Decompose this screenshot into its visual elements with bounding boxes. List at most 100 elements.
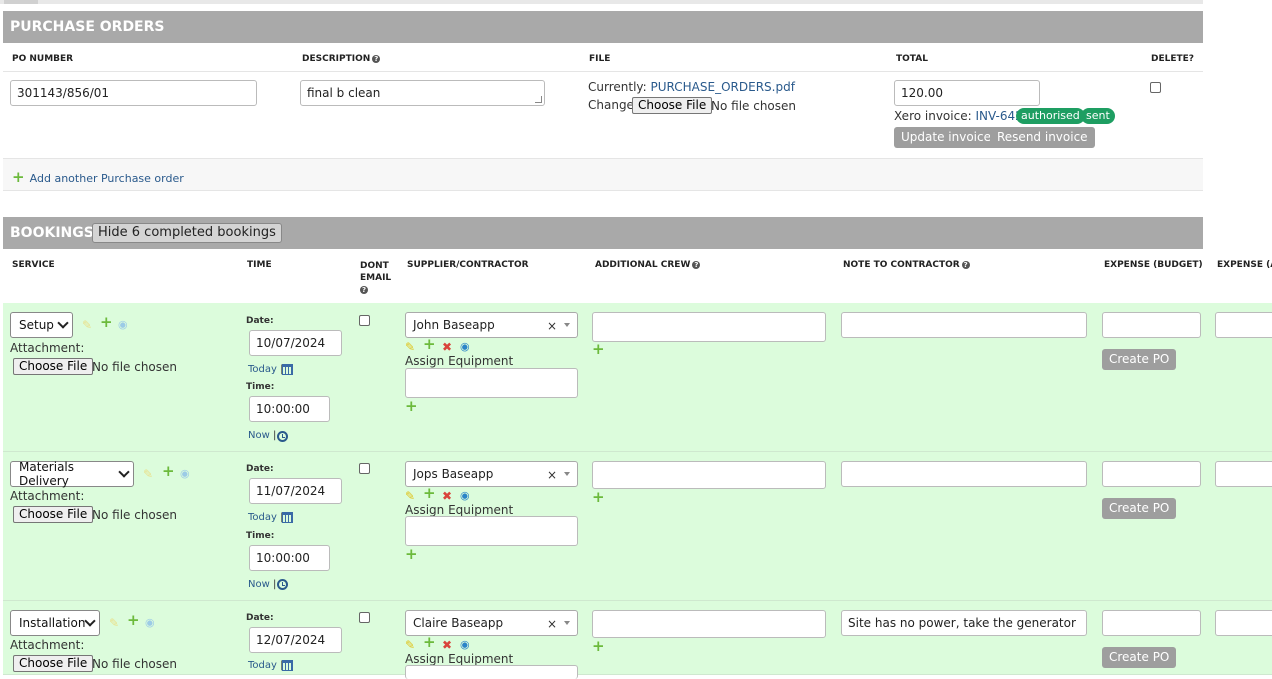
- plus-icon[interactable]: +: [100, 315, 113, 330]
- additional-crew-input[interactable]: [592, 461, 826, 489]
- note-input[interactable]: Site has no power, take the generator: [841, 610, 1087, 636]
- date-input[interactable]: 10/07/2024: [249, 330, 342, 356]
- additional-crew-input[interactable]: [592, 610, 826, 638]
- date-input[interactable]: 11/07/2024: [249, 478, 342, 504]
- dont-email-checkbox[interactable]: [359, 612, 370, 623]
- plus-icon[interactable]: +: [423, 486, 436, 501]
- total-input[interactable]: 120.00: [894, 80, 1040, 106]
- add-purchase-order-link[interactable]: + Add another Purchase order: [12, 167, 184, 186]
- question-circle-icon[interactable]: ?: [692, 260, 701, 269]
- pencil-icon[interactable]: ✎: [405, 341, 415, 353]
- now-link[interactable]: Now |: [248, 430, 276, 441]
- dont-email-checkbox[interactable]: [359, 315, 370, 326]
- delete-checkbox[interactable]: [1150, 82, 1161, 93]
- assign-equipment-input[interactable]: [405, 516, 578, 546]
- eye-icon[interactable]: ◉: [460, 490, 470, 502]
- eye-icon[interactable]: ◉: [460, 341, 470, 353]
- plus-icon[interactable]: +: [405, 399, 418, 414]
- top-tab: [4, 0, 38, 4]
- col-po-number: PO NUMBER: [12, 54, 74, 64]
- plus-icon[interactable]: +: [592, 342, 605, 357]
- calendar-icon[interactable]: [282, 660, 293, 671]
- col-supplier: SUPPLIER/CONTRACTOR: [407, 260, 529, 270]
- pencil-icon[interactable]: ✎: [405, 639, 415, 651]
- additional-crew-input[interactable]: [592, 312, 826, 342]
- col-description: DESCRIPTION?: [302, 54, 381, 64]
- assign-equipment-label: Assign Equipment: [405, 652, 514, 666]
- plus-icon[interactable]: +: [592, 639, 605, 654]
- note-input[interactable]: [841, 312, 1087, 338]
- note-input[interactable]: [841, 461, 1087, 487]
- x-icon[interactable]: ✖: [442, 341, 452, 353]
- expense-budget-input[interactable]: [1102, 610, 1201, 636]
- eye-icon[interactable]: ◉: [460, 639, 470, 651]
- create-po-button[interactable]: Create PO: [1102, 647, 1177, 668]
- dont-email-checkbox[interactable]: [359, 463, 370, 474]
- pencil-icon[interactable]: ✎: [405, 490, 415, 502]
- plus-icon[interactable]: +: [592, 490, 605, 505]
- expense-actual-input[interactable]: [1215, 461, 1272, 487]
- assign-equipment-input[interactable]: [405, 368, 578, 398]
- assign-equipment-input[interactable]: [405, 665, 578, 679]
- update-invoice-button[interactable]: Update invoice: [894, 127, 998, 148]
- booking-choose-file-button[interactable]: Choose File: [13, 655, 94, 672]
- plus-icon[interactable]: +: [405, 547, 418, 562]
- hide-completed-button[interactable]: Hide 6 completed bookings: [92, 223, 282, 243]
- pencil-icon[interactable]: ✎: [82, 319, 92, 331]
- booking-choose-file-button[interactable]: Choose File: [13, 506, 94, 523]
- col-time: TIME: [247, 260, 272, 270]
- service-select[interactable]: Materials Delivery: [10, 460, 134, 488]
- time-label: Time:: [246, 531, 275, 541]
- question-circle-icon[interactable]: ?: [372, 54, 381, 63]
- create-po-button[interactable]: Create PO: [1102, 498, 1177, 519]
- create-po-button[interactable]: Create PO: [1102, 349, 1177, 370]
- current-file-link[interactable]: PURCHASE_ORDERS.pdf: [651, 80, 795, 94]
- time-label: Time:: [246, 382, 275, 392]
- plus-icon[interactable]: +: [162, 464, 175, 479]
- bookings-title: BOOKINGS: [10, 225, 94, 241]
- purchase-orders-title: PURCHASE ORDERS: [10, 19, 165, 35]
- po-number-input[interactable]: 301143/856/01: [10, 80, 257, 106]
- calendar-icon[interactable]: [282, 364, 293, 375]
- question-circle-icon[interactable]: ?: [360, 285, 368, 294]
- time-input[interactable]: 10:00:00: [249, 545, 330, 571]
- eye-icon[interactable]: ◉: [180, 468, 190, 480]
- today-link[interactable]: Today |: [248, 364, 283, 375]
- service-select[interactable]: Setup: [10, 312, 73, 338]
- col-service: SERVICE: [12, 260, 55, 270]
- x-icon[interactable]: ✖: [442, 490, 452, 502]
- pencil-icon[interactable]: ✎: [109, 617, 119, 629]
- booking-choose-file-button[interactable]: Choose File: [13, 358, 94, 375]
- divider: [3, 71, 1203, 72]
- description-textarea[interactable]: final b clean: [300, 80, 545, 106]
- clock-icon[interactable]: [277, 579, 288, 590]
- clock-icon[interactable]: [277, 431, 288, 442]
- expense-budget-input[interactable]: [1102, 461, 1201, 487]
- col-note: NOTE TO CONTRACTOR?: [843, 260, 970, 270]
- po-choose-file-button[interactable]: Choose File: [632, 97, 713, 114]
- x-icon[interactable]: ✖: [442, 639, 452, 651]
- plus-icon[interactable]: +: [423, 337, 436, 352]
- col-total: TOTAL: [896, 54, 928, 64]
- assign-equipment-label: Assign Equipment: [405, 354, 514, 368]
- eye-icon[interactable]: ◉: [118, 319, 128, 331]
- service-select[interactable]: Installation: [10, 610, 100, 636]
- eye-icon[interactable]: ◉: [145, 617, 155, 629]
- resend-invoice-button[interactable]: Resend invoice: [990, 127, 1095, 148]
- pencil-icon[interactable]: ✎: [143, 468, 153, 480]
- expense-actual-input[interactable]: [1215, 312, 1272, 338]
- now-link[interactable]: Now |: [248, 579, 276, 590]
- plus-icon[interactable]: +: [127, 613, 140, 628]
- plus-icon[interactable]: +: [423, 635, 436, 650]
- expense-budget-input[interactable]: [1102, 312, 1201, 338]
- calendar-icon[interactable]: [282, 512, 293, 523]
- today-link[interactable]: Today |: [248, 660, 283, 671]
- today-link[interactable]: Today |: [248, 512, 283, 523]
- time-input[interactable]: 10:00:00: [249, 396, 330, 422]
- top-strip: [0, 0, 1203, 4]
- date-input[interactable]: 12/07/2024: [249, 627, 342, 653]
- col-dont-email: DONT EMAIL ?: [360, 261, 392, 294]
- expense-actual-input[interactable]: [1215, 610, 1272, 636]
- date-label: Date:: [246, 316, 274, 326]
- question-circle-icon[interactable]: ?: [961, 260, 970, 269]
